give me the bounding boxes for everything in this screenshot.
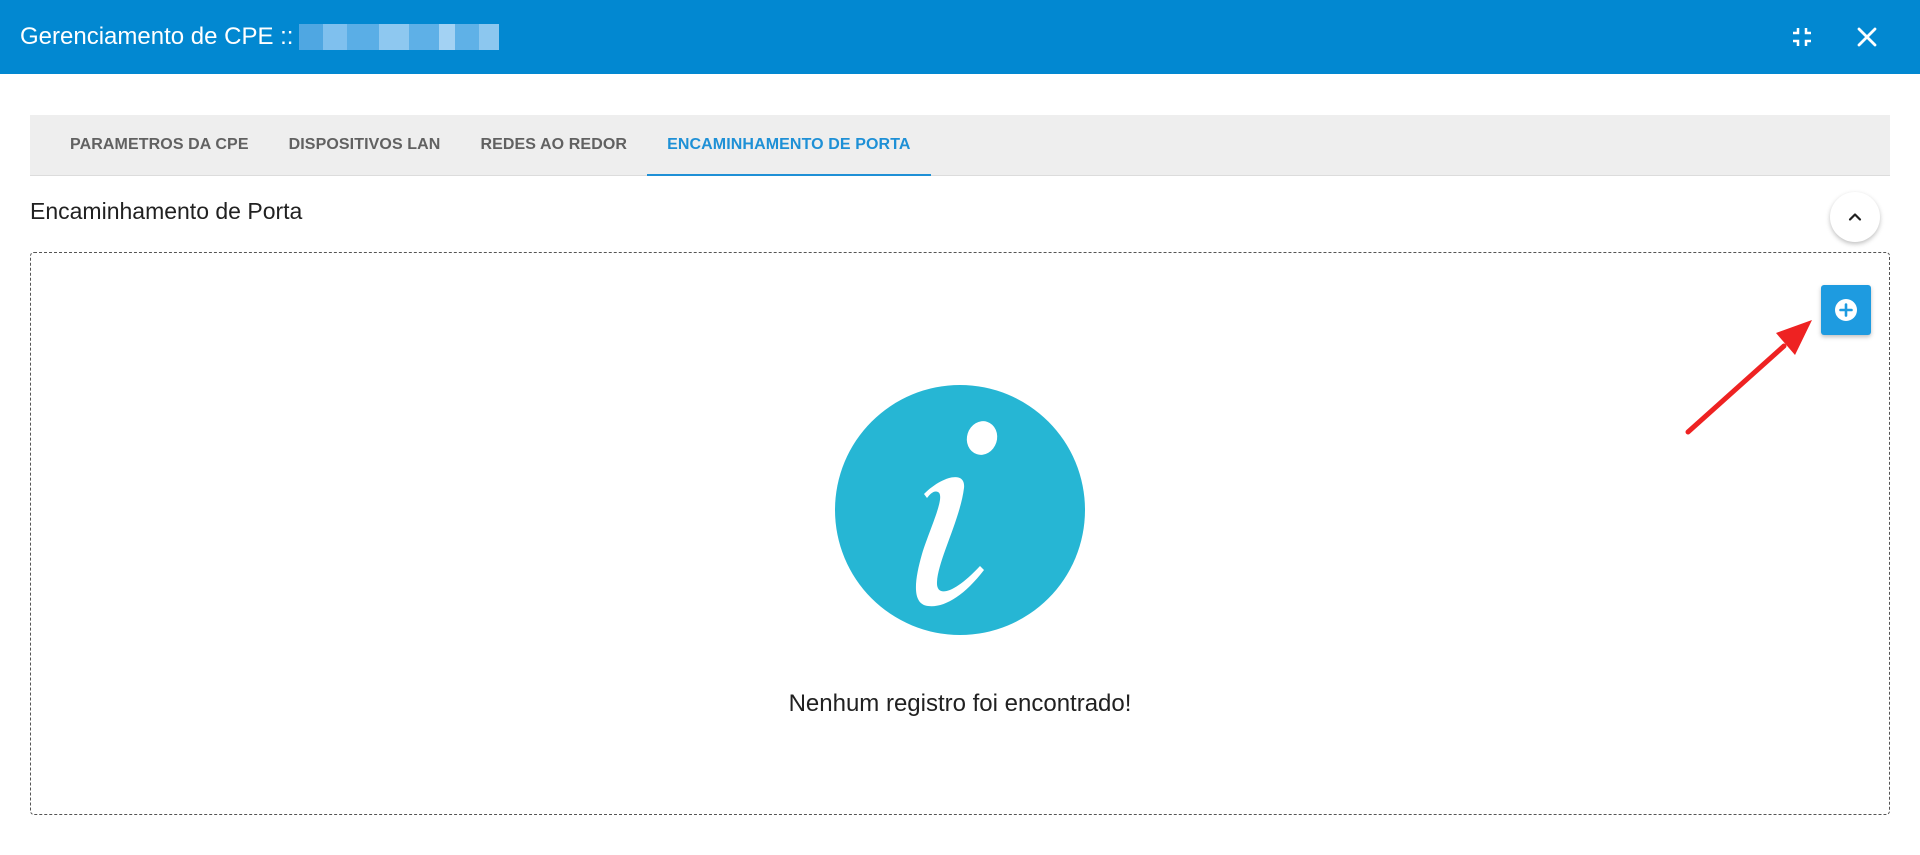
empty-state-message: Nenhum registro foi encontrado! bbox=[788, 690, 1132, 717]
close-button[interactable] bbox=[1847, 17, 1887, 57]
close-icon bbox=[1857, 27, 1877, 47]
section-title: Encaminhamento de Porta bbox=[30, 198, 303, 224]
tab-label: REDES AO REDOR bbox=[480, 136, 628, 153]
add-rule-button[interactable] bbox=[1821, 285, 1871, 335]
info-icon bbox=[835, 385, 1085, 635]
tab-redes-ao-redor[interactable]: REDES AO REDOR bbox=[460, 115, 647, 175]
tab-dispositivos-lan[interactable]: DISPOSITIVOS LAN bbox=[269, 115, 461, 175]
tab-parametros-cpe[interactable]: PARAMETROS DA CPE bbox=[50, 115, 269, 175]
chevron-up-icon bbox=[1848, 213, 1862, 221]
window-titlebar: Gerenciamento de CPE :: bbox=[0, 0, 1920, 74]
redacted-cpe-id bbox=[299, 24, 500, 50]
tab-encaminhamento-porta[interactable]: ENCAMINHAMENTO DE PORTA bbox=[647, 115, 931, 176]
tab-label: DISPOSITIVOS LAN bbox=[288, 136, 441, 153]
plus-circle-icon bbox=[1835, 299, 1857, 321]
annotation-arrow bbox=[1685, 320, 1812, 435]
window-title-text: Gerenciamento de CPE :: bbox=[20, 23, 294, 50]
collapse-button[interactable] bbox=[1830, 192, 1880, 242]
minimize-button[interactable] bbox=[1782, 17, 1822, 57]
tab-bar: PARAMETROS DA CPE DISPOSITIVOS LAN REDES… bbox=[30, 115, 1890, 176]
tab-label: ENCAMINHAMENTO DE PORTA bbox=[667, 136, 911, 153]
compress-icon bbox=[1793, 28, 1811, 46]
tab-label: PARAMETROS DA CPE bbox=[70, 136, 249, 153]
window-title: Gerenciamento de CPE :: bbox=[20, 0, 500, 74]
